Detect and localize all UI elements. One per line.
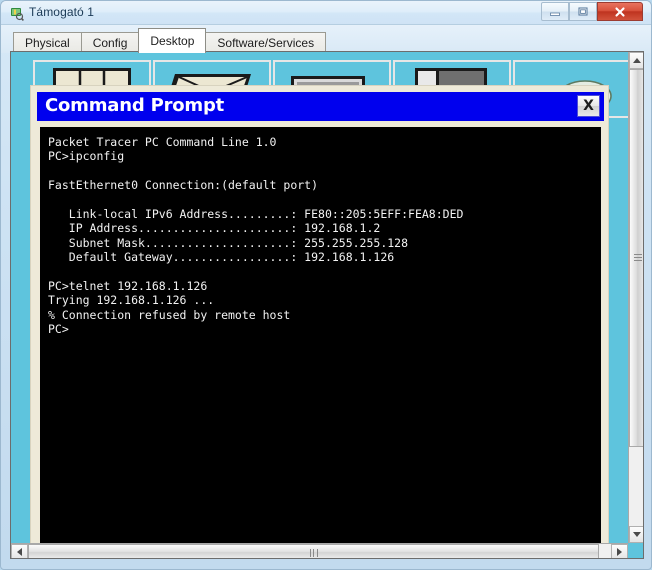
packet-tracer-device-window: Támogató 1 Physical Config Desktop Softw… <box>0 0 652 570</box>
tab-strip: Physical Config Desktop Software/Service… <box>1 25 651 53</box>
tab-physical-label: Physical <box>25 36 70 50</box>
command-prompt-close-button[interactable]: X <box>577 95 600 117</box>
close-icon: X <box>583 98 594 114</box>
command-prompt-console[interactable]: Packet Tracer PC Command Line 1.0 PC>ipc… <box>40 127 601 543</box>
tab-software-services[interactable]: Software/Services <box>205 32 327 53</box>
horizontal-scrollbar-thumb[interactable] <box>28 544 599 558</box>
scroll-up-arrow-icon[interactable] <box>629 52 643 69</box>
scrollbar-corner <box>628 543 643 558</box>
maximize-button[interactable] <box>569 2 597 21</box>
vertical-scrollbar-thumb[interactable] <box>629 69 643 447</box>
tab-desktop[interactable]: Desktop <box>138 28 207 53</box>
console-output: Packet Tracer PC Command Line 1.0 PC>ipc… <box>48 135 464 337</box>
scroll-right-arrow-icon[interactable] <box>611 544 628 558</box>
horizontal-scrollbar[interactable] <box>11 543 628 558</box>
desktop-tab-panel: Command Prompt X Packet Tracer PC Comman… <box>10 51 644 559</box>
command-prompt-titlebar[interactable]: Command Prompt X <box>37 92 604 121</box>
command-prompt-window: Command Prompt X Packet Tracer PC Comman… <box>30 85 609 543</box>
packet-tracer-device-icon <box>8 5 24 21</box>
tab-software-services-label: Software/Services <box>217 36 315 50</box>
minimize-button[interactable] <box>541 2 569 21</box>
vertical-scrollbar[interactable] <box>628 52 643 543</box>
window-titlebar: Támogató 1 <box>1 1 651 25</box>
tab-config-label: Config <box>92 36 128 50</box>
window-title: Támogató 1 <box>29 5 95 19</box>
tab-physical[interactable]: Physical <box>13 32 82 53</box>
close-button[interactable] <box>597 2 643 21</box>
command-prompt-title: Command Prompt <box>45 95 225 116</box>
scrollbar-grip-icon-horizontal <box>309 549 318 557</box>
scroll-down-arrow-icon[interactable] <box>629 526 643 543</box>
tab-desktop-label: Desktop <box>150 34 195 48</box>
scrollbar-grip-icon <box>634 254 642 262</box>
tab-config[interactable]: Config <box>80 32 140 53</box>
desktop-canvas: Command Prompt X Packet Tracer PC Comman… <box>11 52 628 543</box>
scroll-left-arrow-icon[interactable] <box>11 544 28 558</box>
